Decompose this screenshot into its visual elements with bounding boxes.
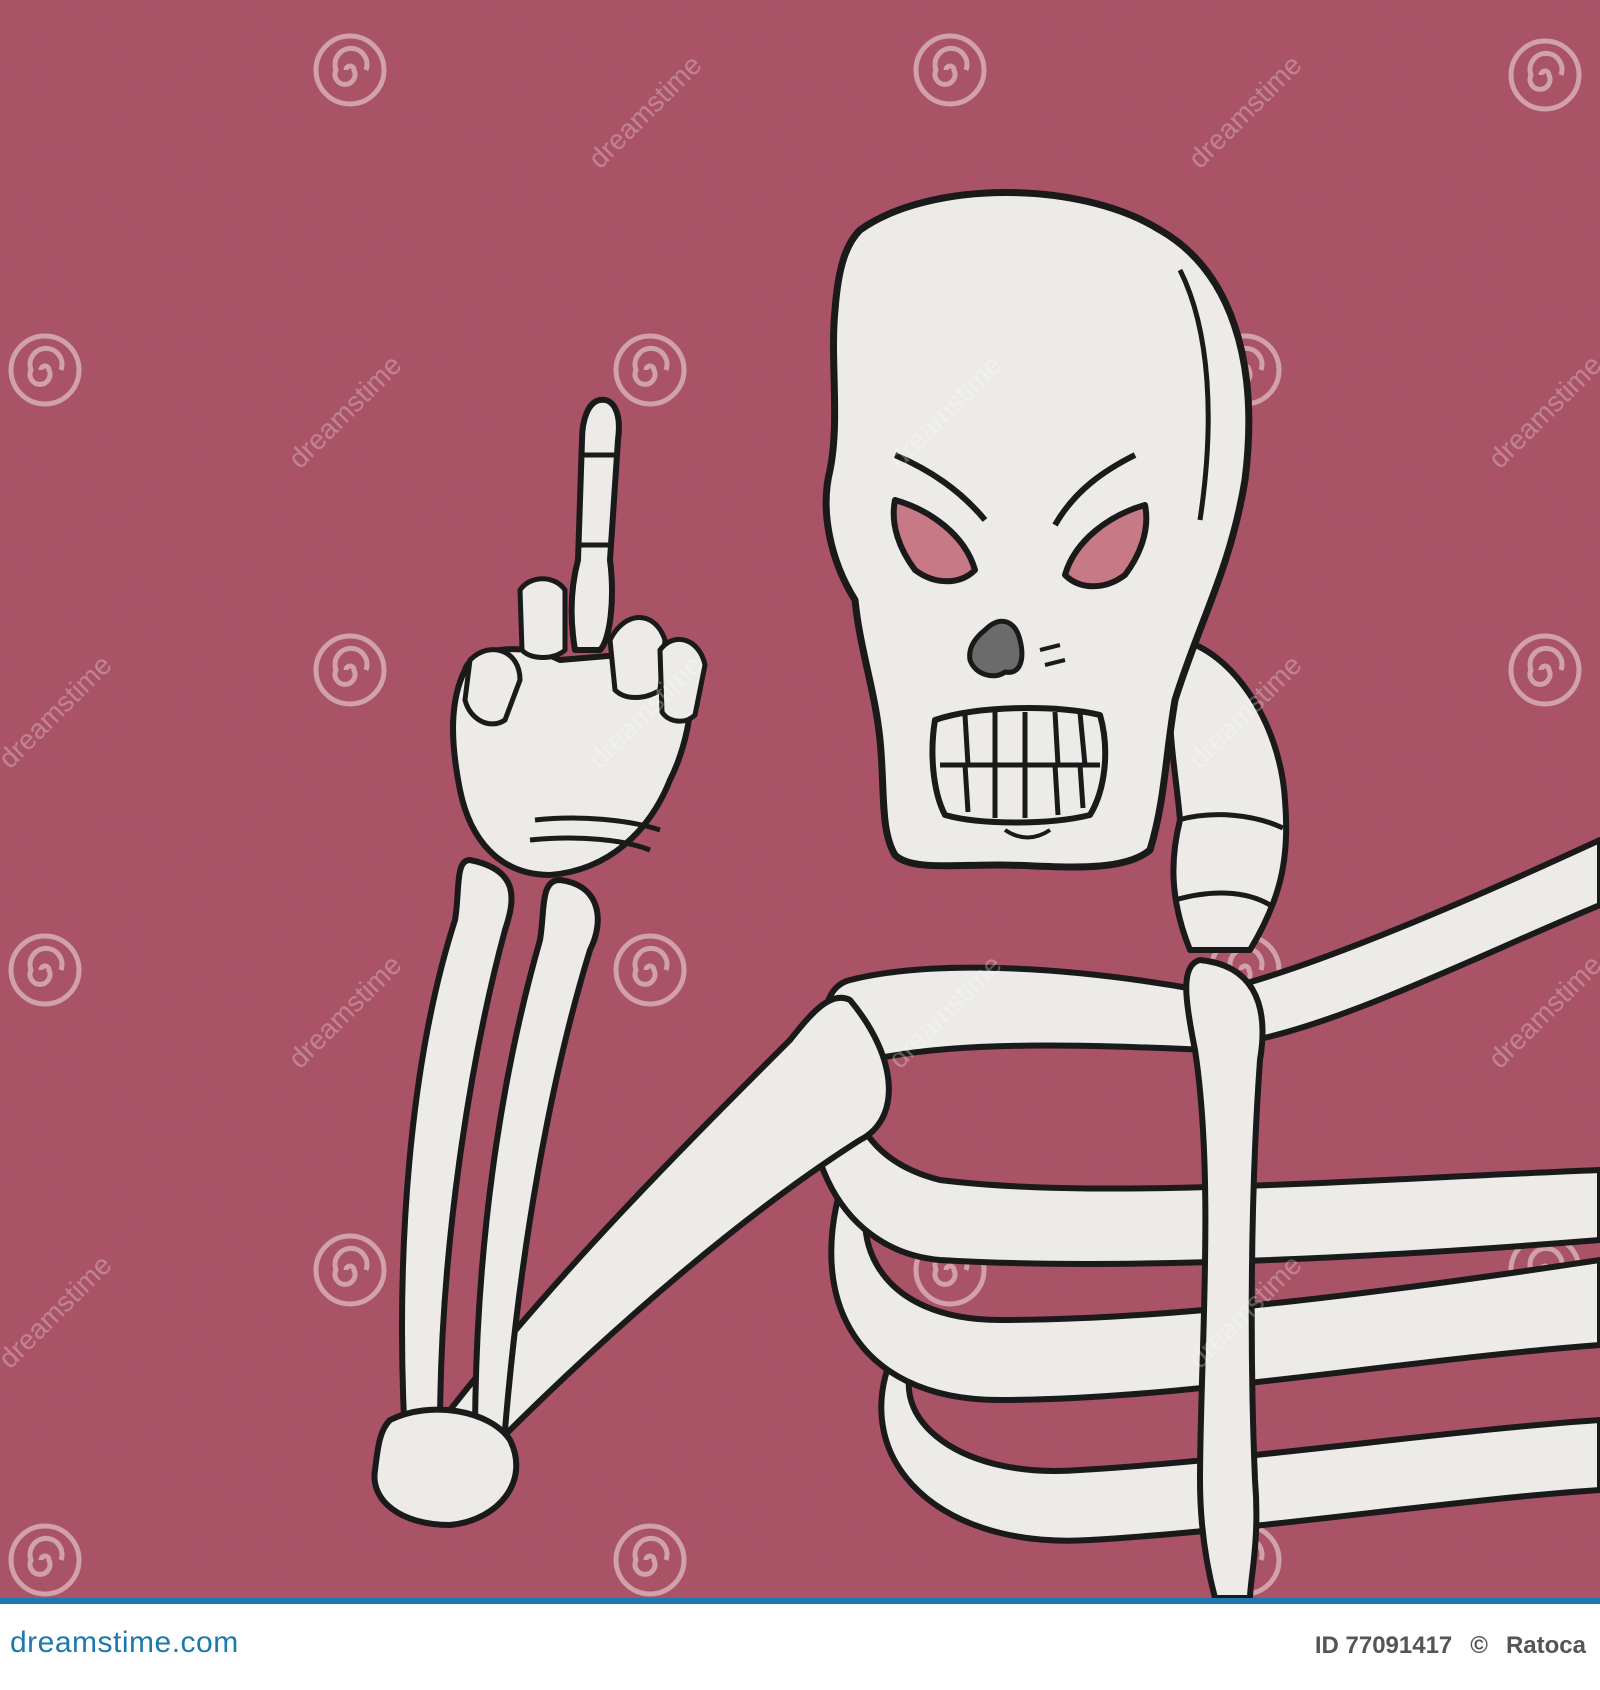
author-name[interactable]: Ratoca (1506, 1632, 1586, 1660)
footer-bar: dreamstime.com ID 77091417 © Ratoca (0, 1598, 1600, 1690)
knuckle-index (517, 576, 568, 660)
elbow-joint (371, 1406, 520, 1528)
copyright-icon: © (1470, 1632, 1488, 1659)
image-id: ID 77091417 (1314, 1632, 1453, 1659)
skeleton-illustration: dreamstime dreamstime dreamstime dreamst… (0, 0, 1600, 1598)
footer-meta: ID 77091417 © Ratoca (1315, 1632, 1586, 1660)
footer-brand[interactable]: dreamstime.com (10, 1626, 239, 1660)
clavicle-bone (822, 964, 1231, 1064)
